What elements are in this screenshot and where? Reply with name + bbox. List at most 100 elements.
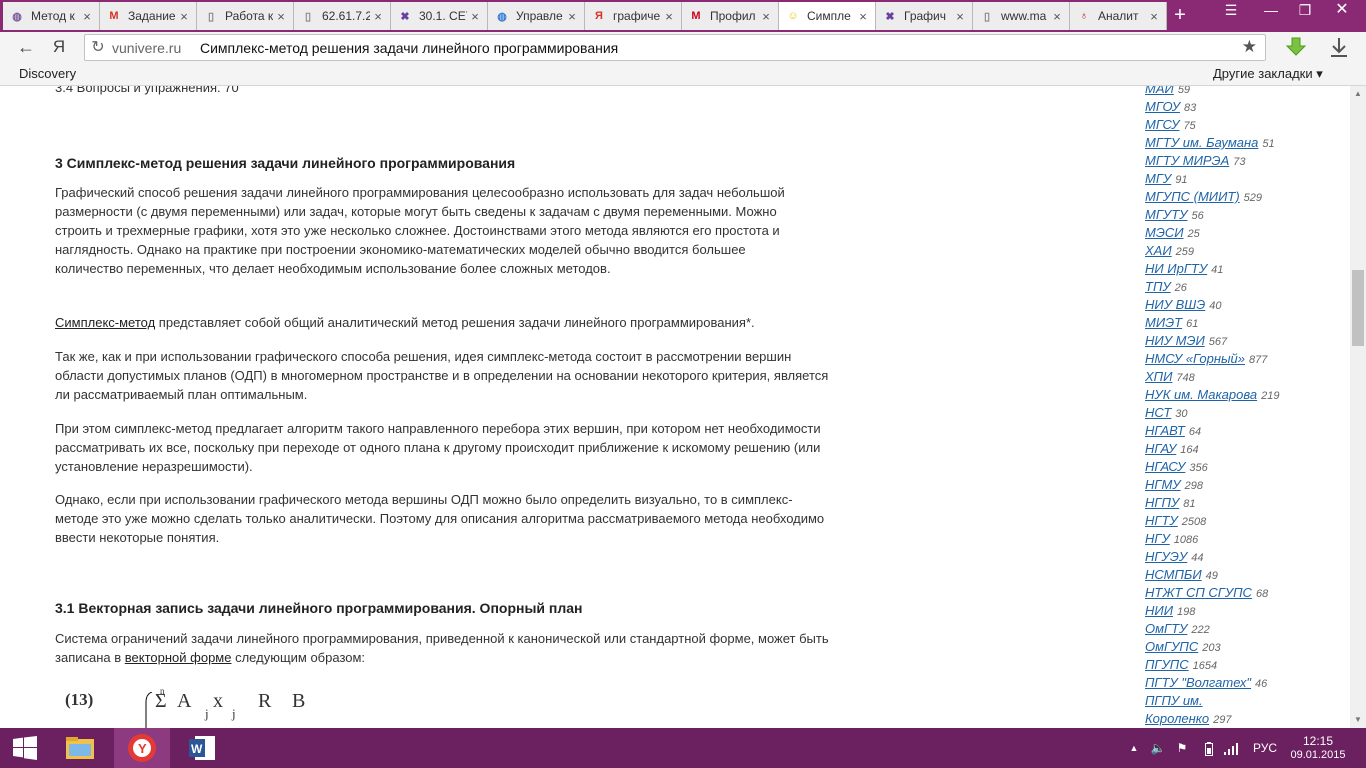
tab-close-icon[interactable]: × [467,9,483,24]
university-link[interactable]: ХАИ [1145,243,1172,258]
scroll-down-arrow-icon[interactable]: ▼ [1350,712,1366,728]
tab-6[interactable]: ◍ Управле × [488,2,585,30]
tab-close-icon[interactable]: × [661,9,677,24]
tab-12[interactable]: ♁ Аналит × [1070,2,1167,30]
university-link[interactable]: МГТУ им. Баумана [1145,135,1258,150]
restore-button[interactable]: ❐ [1290,0,1320,22]
refresh-icon[interactable]: ↻ [88,38,108,58]
tab-close-icon[interactable]: × [758,9,774,24]
mouse-icon: ♁ [1079,10,1089,22]
university-link[interactable]: НГТУ [1145,513,1178,528]
university-link[interactable]: НИУ МЭИ [1145,333,1205,348]
university-link[interactable]: Короленко [1145,711,1209,726]
volume-icon[interactable]: 🔈 [1150,728,1166,768]
tab-7[interactable]: Яграфиче × [585,2,682,30]
taskbar-word[interactable]: W [174,728,230,768]
formula-13: (13) n Σ A j x j R B [55,680,555,728]
university-link[interactable]: ТПУ [1145,279,1171,294]
university-link[interactable]: МГТУ МИРЭА [1145,153,1229,168]
tab-3[interactable]: ▯ Работа к × [197,2,294,30]
flag-icon[interactable]: ⚑ [1174,728,1190,768]
start-button[interactable] [0,728,50,768]
tab-close-icon[interactable]: × [370,9,386,24]
tab-9[interactable]: ☺ Симпле × [779,2,876,30]
university-link[interactable]: НТЖТ СП СГУПС [1145,585,1252,600]
tab-4[interactable]: ▯ 62.61.7.2 × [294,2,391,30]
university-link[interactable]: НГАВТ [1145,423,1185,438]
bookmark-discovery[interactable]: Discovery [19,66,76,81]
university-link[interactable]: НГПУ [1145,495,1179,510]
university-link[interactable]: НГУЭУ [1145,549,1187,564]
download-arrow-icon[interactable] [1284,36,1308,60]
university-link[interactable]: ХПИ [1145,369,1172,384]
university-link[interactable]: ПГТУ "Волгатех" [1145,675,1251,690]
university-link[interactable]: МГУПС (МИИТ) [1145,189,1240,204]
tab-1[interactable]: ◍ Метод к × [3,2,100,30]
tab-close-icon[interactable]: × [952,9,968,24]
tray-expand-icon[interactable]: ▲ [1127,728,1141,768]
tab-5[interactable]: ✖ 30.1. СЕТ× [391,2,488,30]
battery-icon[interactable] [1202,728,1216,768]
m-brand-icon: M [691,10,701,22]
downloads-icon[interactable] [1327,36,1351,60]
taskbar-yandex-browser[interactable]: Y [114,728,170,768]
tab-10[interactable]: ✖ Графич × [876,2,973,30]
formula-a: A [177,690,192,712]
yandex-button[interactable]: Я [47,36,71,60]
close-window-button[interactable]: ✕ [1325,0,1359,22]
signal-icon[interactable] [1222,728,1240,768]
vector-form-link[interactable]: векторной форме [125,650,232,665]
taskbar-explorer[interactable] [52,728,108,768]
page-scrollbar[interactable]: ▲ ▼ [1350,86,1366,728]
university-link[interactable]: МГСУ [1145,117,1179,132]
menu-button[interactable]: ☰ [1216,0,1246,22]
university-link[interactable]: ПГУПС [1145,657,1189,672]
bookmark-star-icon[interactable]: ★ [1242,37,1257,57]
simplex-method-link[interactable]: Симплекс-метод [55,315,155,330]
tab-close-icon[interactable]: × [855,9,871,24]
university-link[interactable]: МИЭТ [1145,315,1182,330]
university-link[interactable]: НИ ИрГТУ [1145,261,1207,276]
new-tab-button[interactable]: + [1166,2,1194,30]
word-icon: W [189,736,215,760]
tab-close-icon[interactable]: × [1049,9,1065,24]
university-link[interactable]: МГУТУ [1145,207,1187,222]
tab-close-icon[interactable]: × [176,9,192,24]
address-bar[interactable]: ↻ vunivere.ru Симплекс-метод решения зад… [84,34,1266,61]
university-link[interactable]: МГУ [1145,171,1171,186]
university-link[interactable]: ОмГТУ [1145,621,1187,636]
tab-close-icon[interactable]: × [564,9,580,24]
university-link[interactable]: НГАСУ [1145,459,1185,474]
other-bookmarks-menu[interactable]: Другие закладки ▾ [1213,66,1323,82]
university-link[interactable]: НГУ [1145,531,1170,546]
university-link[interactable]: НГМУ [1145,477,1181,492]
university-link[interactable]: НИУ ВШЭ [1145,297,1205,312]
language-indicator[interactable]: РУС [1250,728,1280,768]
minimize-button[interactable]: — [1256,0,1286,22]
tab-2[interactable]: M Задание × [100,2,197,30]
university-link[interactable]: ОмГУПС [1145,639,1198,654]
tab-close-icon[interactable]: × [1146,9,1162,24]
university-link[interactable]: НИИ [1145,603,1173,618]
tab-close-icon[interactable]: × [273,9,289,24]
university-link[interactable]: ПГПУ им. [1145,693,1203,708]
university-list-item: НУК им. Макарова 219 [1145,386,1345,404]
university-link[interactable]: НГАУ [1145,441,1176,456]
university-link[interactable]: НСМПБИ [1145,567,1202,582]
tab-11[interactable]: ▯ www.ma × [973,2,1070,30]
university-link[interactable]: МАИ [1145,86,1174,96]
tab-close-icon[interactable]: × [79,9,95,24]
clock[interactable]: 12:15 09.01.2015 [1288,728,1348,768]
scroll-up-arrow-icon[interactable]: ▲ [1350,86,1366,102]
tab-8[interactable]: M Профил × [682,2,779,30]
university-link[interactable]: НУК им. Макарова [1145,387,1257,402]
university-link[interactable]: МГОУ [1145,99,1180,114]
scrollbar-thumb[interactable] [1352,270,1364,346]
university-list-item: НТЖТ СП СГУПС 68 [1145,584,1345,602]
university-link[interactable]: НСТ [1145,405,1171,420]
university-count: 1086 [1173,534,1199,546]
university-count: 198 [1177,606,1196,618]
university-link[interactable]: НМСУ «Горный» [1145,351,1245,366]
university-link[interactable]: МЭСИ [1145,225,1184,240]
back-button[interactable]: ← [14,36,38,60]
